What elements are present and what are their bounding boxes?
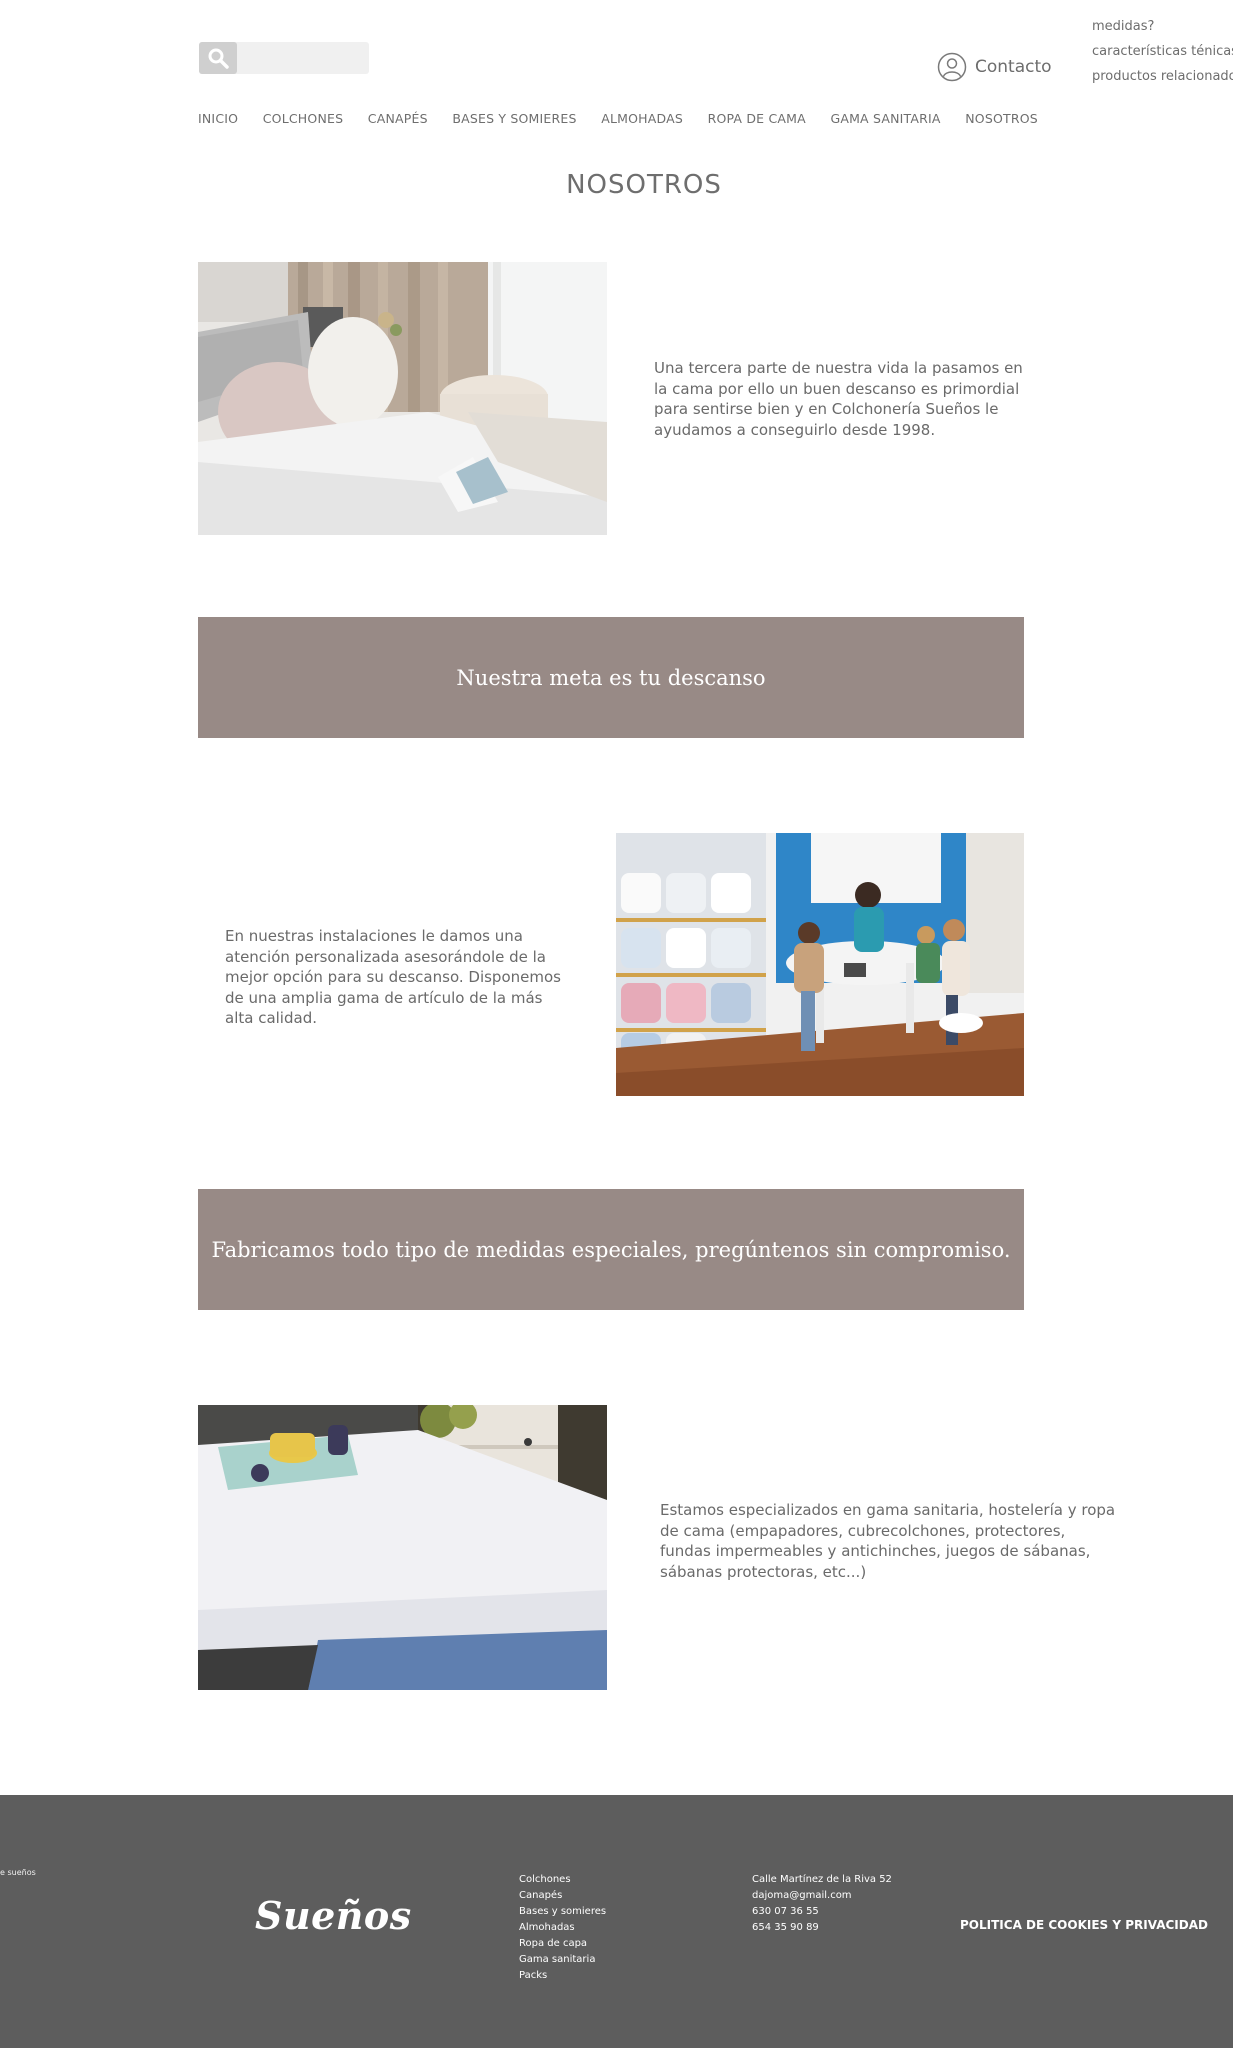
- footer-link-bases[interactable]: Bases y somieres: [519, 1904, 606, 1920]
- footer-link-gama[interactable]: Gama sanitaria: [519, 1952, 606, 1968]
- search-button[interactable]: [199, 42, 237, 74]
- store-photo: [616, 833, 1024, 1096]
- footer-contact: Calle Martínez de la Riva 52 dajoma@gmai…: [752, 1872, 892, 1936]
- footer-phone-1[interactable]: 630 07 36 55: [752, 1904, 892, 1920]
- main-nav: INICIO COLCHONES CANAPÉS BASES Y SOMIERE…: [198, 111, 1038, 131]
- sanitary-text: Estamos especializados en gama sanitaria…: [660, 1501, 1116, 1581]
- footer-address: Calle Martínez de la Riva 52: [752, 1874, 892, 1885]
- search-icon: [208, 48, 229, 69]
- footer-link-almohadas[interactable]: Almohadas: [519, 1920, 606, 1936]
- side-link-productos[interactable]: productos relacionado?: [1092, 69, 1233, 84]
- footer-links: Colchones Canapés Bases y somieres Almoh…: [519, 1872, 606, 1984]
- banner-medidas: Fabricamos todo tipo de medidas especial…: [198, 1189, 1024, 1310]
- footer-phone-2[interactable]: 654 35 90 89: [752, 1920, 892, 1936]
- nav-item-canapes[interactable]: CANAPÉS: [368, 111, 428, 131]
- footer-link-canapes[interactable]: Canapés: [519, 1888, 606, 1904]
- footer-policy-link[interactable]: POLITICA DE COOKIES Y PRIVACIDAD: [960, 1918, 1208, 1932]
- footer-logo[interactable]: Sueños: [255, 1893, 412, 1938]
- banner-meta: Nuestra meta es tu descanso: [198, 617, 1024, 738]
- banner-medidas-text: Fabricamos todo tipo de medidas especial…: [211, 1237, 1011, 1262]
- contact-label: Contacto: [975, 57, 1052, 77]
- side-link-caracteristicas[interactable]: características ténicas?: [1092, 44, 1233, 59]
- nav-item-ropa[interactable]: ROPA DE CAMA: [708, 111, 806, 131]
- footer-link-packs[interactable]: Packs: [519, 1968, 606, 1984]
- nav-item-gama[interactable]: GAMA SANITARIA: [830, 111, 940, 131]
- search-input[interactable]: [240, 42, 364, 74]
- intro-text: Una tercera parte de nuestra vida la pas…: [654, 359, 1023, 439]
- nav-item-colchones[interactable]: COLCHONES: [263, 111, 343, 131]
- contact-link[interactable]: Contacto: [937, 52, 1052, 82]
- page-title: NOSOTROS: [566, 170, 722, 200]
- nav-item-almohadas[interactable]: ALMOHADAS: [601, 111, 683, 131]
- footer-link-colchones[interactable]: Colchones: [519, 1872, 606, 1888]
- nav-item-nosotros[interactable]: NOSOTROS: [965, 111, 1038, 131]
- nav-item-bases[interactable]: BASES Y SOMIERES: [452, 111, 576, 131]
- footer-tagline: e sueños: [0, 1868, 36, 1877]
- bedroom-photo: [198, 262, 607, 535]
- user-icon: [937, 52, 967, 82]
- nav-item-inicio[interactable]: INICIO: [198, 111, 238, 131]
- service-text: En nuestras instalaciones le damos una a…: [225, 927, 561, 1027]
- footer-link-ropa[interactable]: Ropa de capa: [519, 1936, 606, 1952]
- side-link-medidas[interactable]: medidas?: [1092, 19, 1154, 34]
- mattress-photo: [198, 1405, 607, 1690]
- footer-email[interactable]: dajoma@gmail.com: [752, 1888, 892, 1904]
- banner-meta-text: Nuestra meta es tu descanso: [456, 665, 766, 690]
